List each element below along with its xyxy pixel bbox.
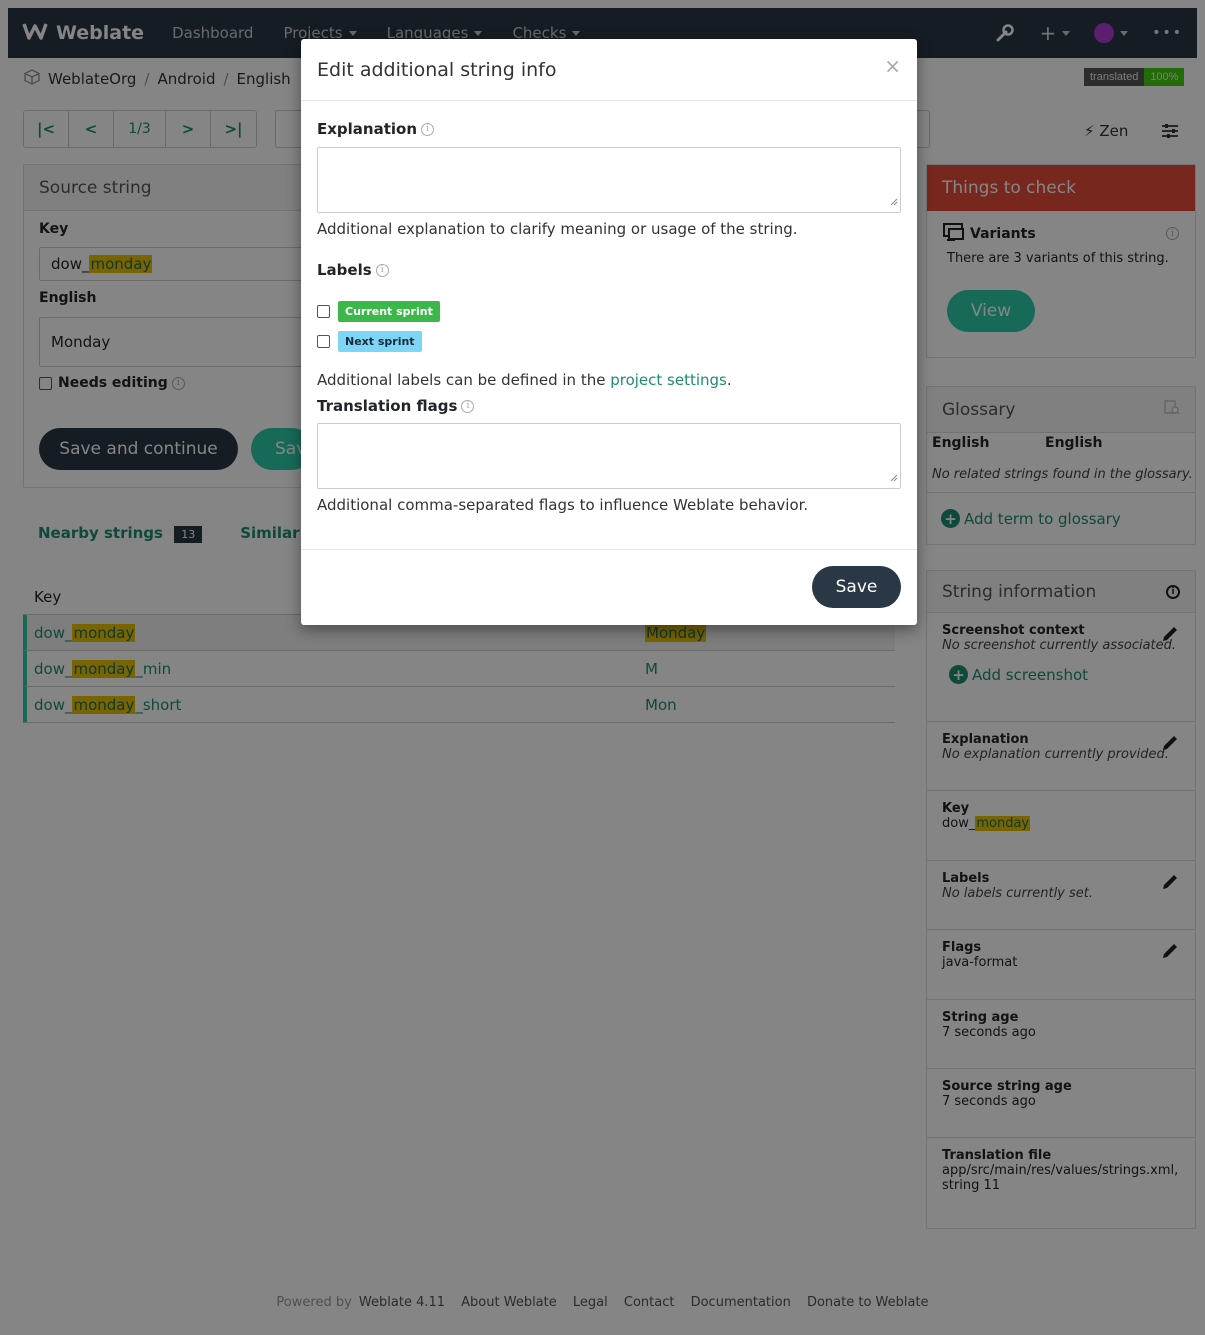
explanation-label-text: Explanation bbox=[317, 120, 418, 138]
labels-help-period: . bbox=[726, 371, 732, 389]
translation-flags-label: Translation flags i bbox=[317, 397, 475, 415]
label-badge-next-sprint: Next sprint bbox=[338, 331, 422, 352]
translation-flags-textarea[interactable] bbox=[317, 423, 901, 489]
labels-label: Labels i bbox=[317, 261, 389, 279]
labels-label-text: Labels bbox=[317, 261, 372, 279]
labels-help: Additional labels can be defined in the … bbox=[317, 371, 732, 389]
info-icon: i bbox=[461, 399, 475, 413]
modal-footer: Save bbox=[301, 549, 917, 625]
checkbox[interactable] bbox=[317, 335, 330, 348]
label-next-sprint[interactable]: Next sprint bbox=[317, 331, 422, 352]
label-badge-current-sprint: Current sprint bbox=[338, 301, 440, 322]
close-icon[interactable]: × bbox=[884, 54, 901, 78]
labels-help-text: Additional labels can be defined in the bbox=[317, 371, 611, 389]
modal-header: Edit additional string info × bbox=[301, 39, 917, 101]
resize-grip-icon[interactable] bbox=[890, 470, 898, 486]
info-icon: i bbox=[375, 263, 389, 277]
checkbox[interactable] bbox=[317, 305, 330, 318]
project-settings-link[interactable]: project settings bbox=[610, 371, 727, 389]
info-icon: i bbox=[421, 122, 435, 136]
explanation-help: Additional explanation to clarify meanin… bbox=[317, 220, 798, 238]
label-current-sprint[interactable]: Current sprint bbox=[317, 301, 440, 322]
modal-title: Edit additional string info bbox=[317, 58, 557, 81]
flags-help: Additional comma-separated flags to infl… bbox=[317, 496, 809, 514]
edit-string-info-dialog: Edit additional string info × Explanatio… bbox=[301, 39, 917, 625]
modal-save-button[interactable]: Save bbox=[812, 566, 901, 608]
translation-flags-label-text: Translation flags bbox=[317, 397, 458, 415]
resize-grip-icon[interactable] bbox=[890, 194, 898, 210]
explanation-label: Explanation i bbox=[317, 120, 435, 138]
explanation-textarea[interactable] bbox=[317, 147, 901, 213]
